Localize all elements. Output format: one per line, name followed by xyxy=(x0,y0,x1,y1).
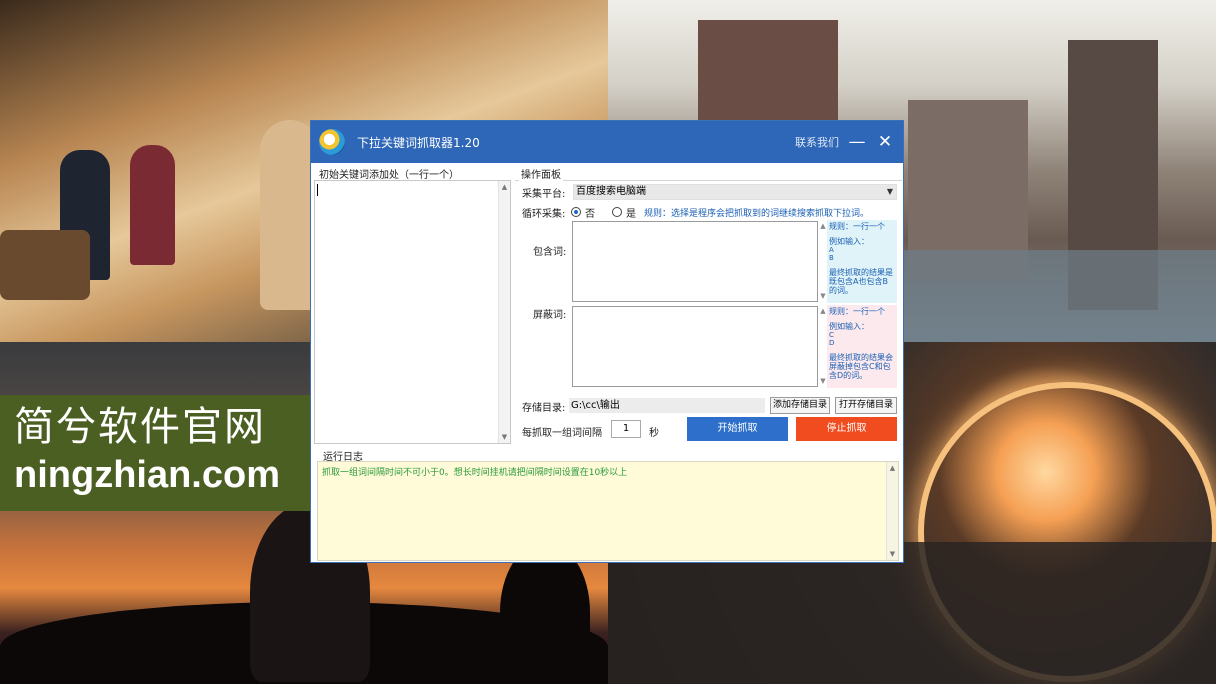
title-bar[interactable]: 下拉关键词抓取器1.20 联系我们 — ✕ xyxy=(311,121,903,163)
stop-button[interactable]: 停止抓取 xyxy=(796,417,897,441)
site-watermark: 简兮软件官网 ningzhian.com xyxy=(0,395,324,511)
include-scroll-up-icon[interactable]: ▲ xyxy=(819,222,827,230)
exclude-scroll-down-icon[interactable]: ▼ xyxy=(819,377,827,385)
loop-yes-label: 是 xyxy=(626,209,636,220)
initial-keywords-title: 初始关键词添加处（一行一个） xyxy=(317,166,461,181)
exclude-words-input[interactable] xyxy=(572,306,818,387)
chevron-down-icon: ▼ xyxy=(886,187,893,196)
log-message: 抓取一组词间隔时间不可小于0。想长时间挂机请把间隔时间设置在10秒以上 xyxy=(322,468,628,478)
close-button[interactable]: ✕ xyxy=(875,132,895,152)
keywords-scrollbar[interactable]: ▲ ▼ xyxy=(498,181,510,443)
watermark-domain: ningzhian.com xyxy=(14,454,280,496)
scroll-up-icon[interactable]: ▲ xyxy=(499,183,510,191)
platform-label: 采集平台: xyxy=(522,189,566,200)
start-button[interactable]: 开始抓取 xyxy=(687,417,788,441)
include-hint-line2: 例如输入： xyxy=(829,237,869,246)
include-hint-line3: A xyxy=(829,246,834,254)
loop-yes-radio[interactable] xyxy=(612,207,622,217)
interval-unit: 秒 xyxy=(649,428,659,439)
log-scroll-up-icon[interactable]: ▲ xyxy=(887,464,898,472)
log-scroll-down-icon[interactable]: ▼ xyxy=(887,550,898,558)
exclude-hint-line2: 例如输入： xyxy=(829,322,869,331)
exclude-label: 屏蔽词: xyxy=(533,310,567,321)
include-hint: 规则：一行一个 例如输入： A B 最终抓取的结果是既包含A也包含B的词。 xyxy=(827,220,897,303)
initial-keywords-box: ▲ ▼ xyxy=(314,180,511,444)
open-save-dir-button[interactable]: 打开存储目录 xyxy=(835,397,897,414)
add-save-dir-button[interactable]: 添加存储目录 xyxy=(770,397,830,414)
run-log-box: 抓取一组词间隔时间不可小于0。想长时间挂机请把间隔时间设置在10秒以上 ▲ ▼ xyxy=(317,461,899,561)
platform-selected-value: 百度搜索电脑端 xyxy=(576,186,646,197)
operations-panel-title: 操作面板 xyxy=(519,166,563,181)
log-scrollbar[interactable]: ▲ ▼ xyxy=(886,462,898,560)
text-caret xyxy=(317,184,318,196)
app-logo-icon xyxy=(319,129,345,155)
platform-select[interactable]: 百度搜索电脑端 ▼ xyxy=(573,184,897,200)
exclude-hint: 规则：一行一个 例如输入： C D 最终抓取的结果会屏蔽掉包含C和包含D的词。 xyxy=(827,305,897,388)
include-hint-line5: 最终抓取的结果是既包含A也包含B的词。 xyxy=(829,268,893,295)
include-scroll-down-icon[interactable]: ▼ xyxy=(819,292,827,300)
app-window: 下拉关键词抓取器1.20 联系我们 — ✕ 初始关键词添加处（一行一个） ▲ ▼… xyxy=(310,120,904,563)
contact-us-link[interactable]: 联系我们 xyxy=(795,134,839,150)
loop-no-label: 否 xyxy=(585,209,595,220)
initial-keywords-input[interactable] xyxy=(315,181,498,443)
exclude-hint-line1: 规则：一行一个 xyxy=(829,307,885,316)
window-title: 下拉关键词抓取器1.20 xyxy=(357,135,480,150)
window-body: 初始关键词添加处（一行一个） ▲ ▼ 操作面板 采集平台: 百度搜索电脑端 ▼ … xyxy=(311,163,903,563)
watermark-cn: 简兮软件官网 xyxy=(14,404,266,450)
exclude-hint-line5: 最终抓取的结果会屏蔽掉包含C和包含D的词。 xyxy=(829,353,893,380)
exclude-hint-line4: D xyxy=(829,339,835,347)
scroll-down-icon[interactable]: ▼ xyxy=(499,433,510,441)
include-words-input[interactable] xyxy=(572,221,818,302)
include-hint-line1: 规则：一行一个 xyxy=(829,222,885,231)
loop-label: 循环采集: xyxy=(522,209,566,220)
minimize-button[interactable]: — xyxy=(847,132,867,152)
exclude-scroll-up-icon[interactable]: ▲ xyxy=(819,307,827,315)
loop-rule-text: 规则：选择是程序会把抓取到的词继续搜索抓取下拉词。 xyxy=(644,209,870,219)
save-dir-path[interactable]: G:\cc\输出 xyxy=(569,398,765,413)
interval-label: 每抓取一组词间隔 xyxy=(522,428,602,439)
interval-input[interactable]: 1 xyxy=(611,420,641,438)
include-label: 包含词: xyxy=(533,247,567,258)
exclude-hint-line3: C xyxy=(829,331,834,339)
loop-no-radio[interactable] xyxy=(571,207,581,217)
save-dir-label: 存储目录: xyxy=(522,403,566,414)
include-hint-line4: B xyxy=(829,254,834,262)
